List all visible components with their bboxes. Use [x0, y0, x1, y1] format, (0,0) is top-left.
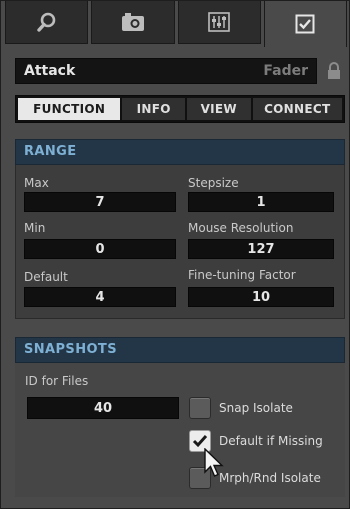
tab-function[interactable]: FUNCTION [18, 98, 121, 120]
range-section-header: RANGE [15, 139, 345, 165]
tab-info[interactable]: INFO [122, 98, 185, 120]
mouse-resolution-label: Mouse Resolution [188, 221, 294, 235]
default-field[interactable]: 4 [24, 287, 176, 307]
min-field[interactable]: 0 [24, 239, 176, 259]
camera-icon [121, 13, 144, 31]
default-label: Default [24, 270, 68, 284]
mixer-icon [208, 12, 230, 32]
subtab-bar: FUNCTION INFO VIEW CONNECT [15, 95, 345, 123]
checkbox-icon [295, 14, 315, 34]
snapshots-section-header: SNAPSHOTS [15, 337, 345, 363]
tab-view[interactable]: VIEW [186, 98, 251, 120]
search-icon [36, 12, 55, 32]
fine-tuning-field[interactable]: 10 [188, 287, 334, 307]
stepsize-label: Stepsize [188, 176, 239, 190]
mrph-rnd-isolate-label: Mrph/Rnd Isolate [219, 471, 321, 485]
fine-tuning-label: Fine-tuning Factor [188, 268, 296, 282]
tab-connect[interactable]: CONNECT [252, 98, 342, 120]
control-name-bar[interactable]: Attack Fader [15, 58, 317, 84]
max-field[interactable]: 7 [24, 192, 176, 212]
id-for-files-field[interactable]: 40 [27, 397, 179, 419]
mouse-cursor-icon [204, 448, 224, 477]
check-icon [192, 435, 208, 448]
min-label: Min [24, 221, 46, 235]
default-if-missing-label: Default if Missing [219, 434, 323, 448]
snapshots-section: ID for Files 40 Snap Isolate Default if … [15, 363, 345, 497]
tab-properties[interactable] [263, 1, 347, 47]
lock-button[interactable] [323, 59, 345, 83]
snapshots-title: SNAPSHOTS [24, 342, 117, 357]
tab-mixer[interactable] [177, 1, 261, 44]
id-for-files-label: ID for Files [25, 374, 89, 388]
top-tab-bar [5, 1, 347, 47]
mouse-resolution-field[interactable]: 127 [188, 239, 334, 259]
max-label: Max [24, 176, 49, 190]
control-type: Fader [263, 63, 308, 79]
range-section: Max 7 Stepsize 1 Min 0 Mouse Resolution … [15, 165, 345, 319]
snap-isolate-checkbox[interactable] [189, 397, 211, 419]
tab-search[interactable] [5, 1, 89, 44]
properties-panel: Attack Fader FUNCTION INFO VIEW CONNECT … [0, 0, 350, 509]
range-title: RANGE [24, 144, 77, 159]
stepsize-field[interactable]: 1 [188, 192, 334, 212]
tab-snapshot[interactable] [91, 1, 175, 44]
control-name: Attack [24, 63, 76, 79]
snap-isolate-label: Snap Isolate [219, 401, 293, 415]
lock-icon [328, 62, 340, 79]
